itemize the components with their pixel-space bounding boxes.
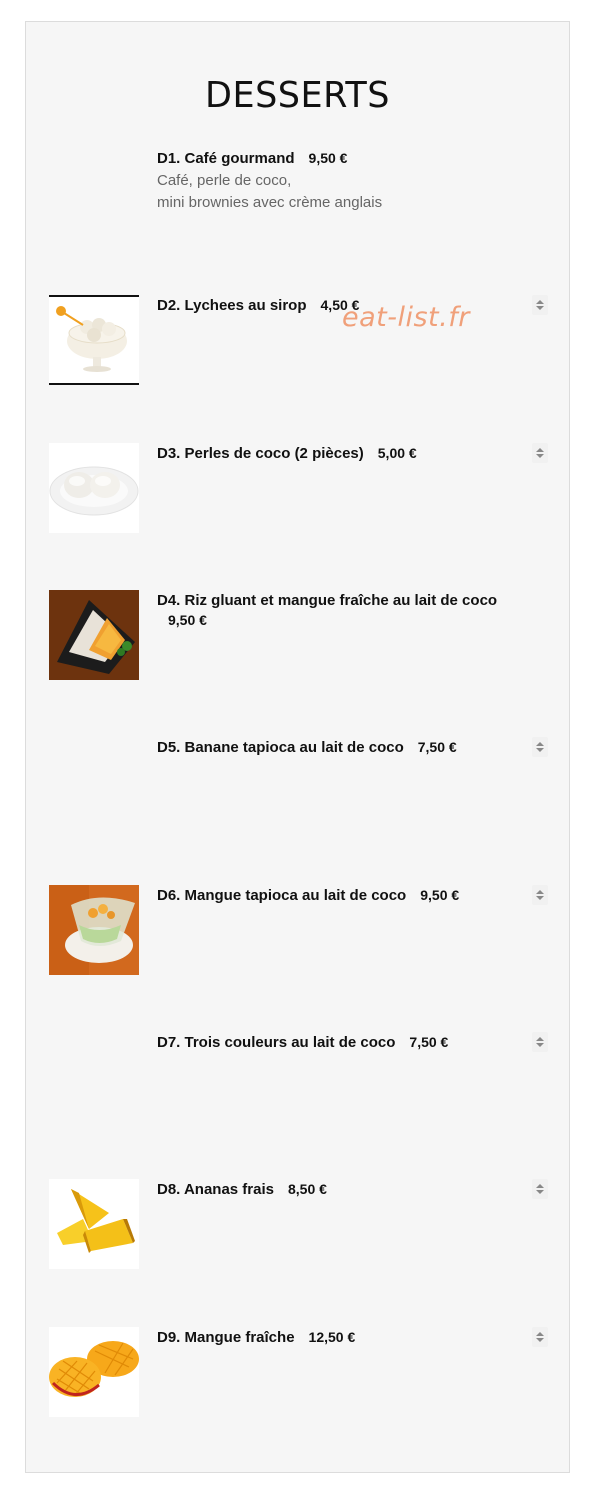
item-name: D1. Café gourmand	[157, 150, 295, 167]
watermark: eat-list.fr	[342, 302, 470, 333]
mango-image	[49, 1327, 139, 1417]
item-price: 7,50 €	[409, 1034, 449, 1050]
increment-arrow-icon[interactable]	[536, 890, 544, 894]
item-name: D8. Ananas frais	[157, 1181, 274, 1198]
item-name-line: D6. Mangue tapioca au lait de coco 9,50 €	[157, 887, 459, 904]
increment-arrow-icon[interactable]	[536, 1184, 544, 1188]
description-line: Café, perle de coco,	[157, 172, 292, 189]
lychee-bowl-image	[49, 295, 139, 385]
item-name-line: D5. Banane tapioca au lait de coco 7,50 €	[157, 739, 457, 756]
item-price: 9,50 €	[420, 887, 460, 903]
item-name-line: D2. Lychees au sirop 4,50 €	[157, 297, 359, 314]
item-name-line: D3. Perles de coco (2 pièces) 5,00 €	[157, 445, 417, 462]
increment-arrow-icon[interactable]	[536, 448, 544, 452]
description-line: mini brownies avec crème anglais	[157, 194, 383, 211]
increment-arrow-icon[interactable]	[536, 300, 544, 304]
item-name: D2. Lychees au sirop	[157, 297, 307, 314]
item-name-line: D1. Café gourmand 9,50 €	[157, 150, 347, 167]
item-name: D4. Riz gluant et mangue fraîche au lait…	[157, 592, 498, 609]
item-description: Café, perle de coco, mini brownies avec …	[157, 170, 382, 214]
item-price: 12,50 €	[308, 1329, 356, 1345]
quantity-stepper[interactable]	[532, 737, 548, 757]
quantity-stepper[interactable]	[532, 1327, 548, 1347]
decrement-arrow-icon[interactable]	[536, 306, 544, 310]
increment-arrow-icon[interactable]	[536, 1037, 544, 1041]
item-price: 9,50 €	[308, 150, 348, 166]
page-title: DESSERTS	[205, 75, 390, 117]
quantity-stepper[interactable]	[532, 295, 548, 315]
item-name-line: D4. Riz gluant et mangue fraîche au lait…	[157, 592, 497, 609]
item-name: D7. Trois couleurs au lait de coco	[157, 1034, 396, 1051]
item-name: D9. Mangue fraîche	[157, 1329, 295, 1346]
quantity-stepper[interactable]	[532, 1179, 548, 1199]
increment-arrow-icon[interactable]	[536, 1332, 544, 1336]
decrement-arrow-icon[interactable]	[536, 454, 544, 458]
item-price: 5,00 €	[377, 445, 417, 461]
decrement-arrow-icon[interactable]	[536, 1190, 544, 1194]
decrement-arrow-icon[interactable]	[536, 748, 544, 752]
item-price: 4,50 €	[320, 297, 360, 313]
decrement-arrow-icon[interactable]	[536, 1043, 544, 1047]
item-price: 9,50 €	[168, 612, 207, 628]
item-name: D6. Mangue tapioca au lait de coco	[157, 887, 407, 904]
increment-arrow-icon[interactable]	[536, 742, 544, 746]
item-name-line: D8. Ananas frais 8,50 €	[157, 1181, 327, 1198]
decrement-arrow-icon[interactable]	[536, 1338, 544, 1342]
quantity-stepper[interactable]	[532, 1032, 548, 1052]
sticky-rice-mango-image	[49, 590, 139, 680]
decrement-arrow-icon[interactable]	[536, 896, 544, 900]
coconut-pearls-image	[49, 443, 139, 533]
item-name: D5. Banane tapioca au lait de coco	[157, 739, 404, 756]
item-name-line: D7. Trois couleurs au lait de coco 7,50 €	[157, 1034, 448, 1051]
item-price: 8,50 €	[288, 1181, 327, 1197]
quantity-stepper[interactable]	[532, 885, 548, 905]
quantity-stepper[interactable]	[532, 443, 548, 463]
item-name-line: D9. Mangue fraîche 12,50 €	[157, 1329, 355, 1346]
mango-tapioca-image	[49, 885, 139, 975]
pineapple-image	[49, 1179, 139, 1269]
item-name: D3. Perles de coco (2 pièces)	[157, 445, 364, 462]
item-price: 7,50 €	[417, 739, 457, 755]
